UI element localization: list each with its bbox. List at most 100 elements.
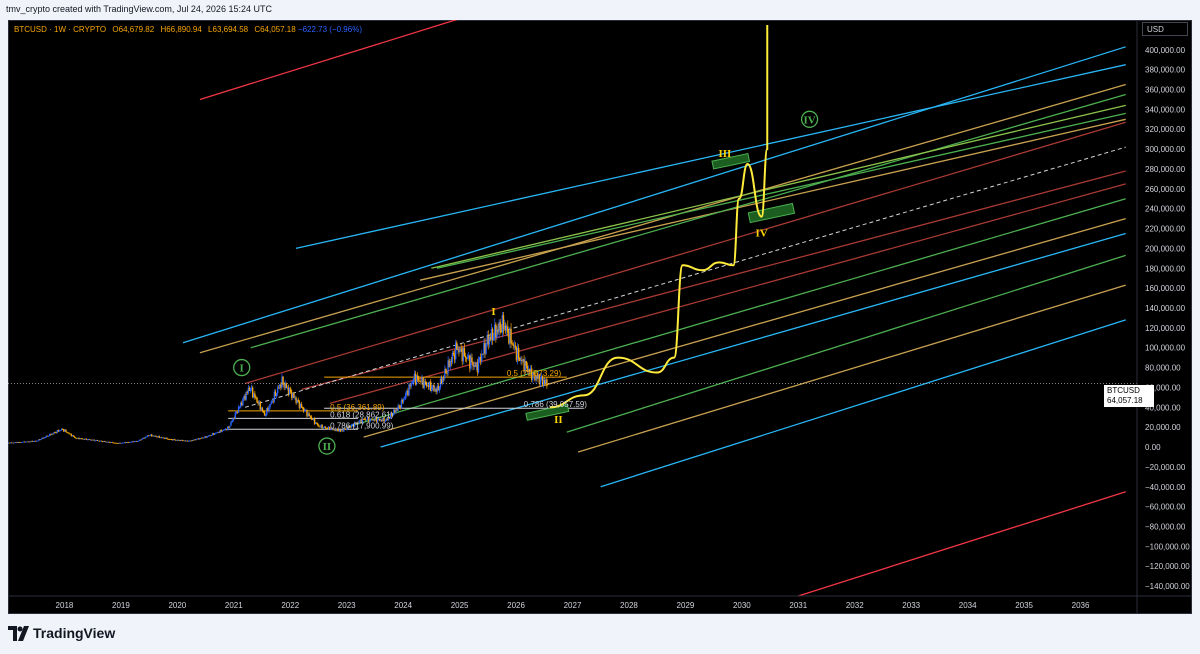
candle-body xyxy=(148,435,151,437)
candle-body xyxy=(254,393,256,398)
y-tick-label: 180,000.00 xyxy=(1145,264,1186,273)
channel-line xyxy=(250,93,1126,349)
candle-body xyxy=(403,398,406,400)
candle-body xyxy=(517,347,520,359)
candle-body xyxy=(261,408,264,411)
candle-body xyxy=(324,426,327,428)
candle-body xyxy=(269,403,271,408)
last-price-symbol: BTCUSD xyxy=(1107,386,1140,395)
candle-body xyxy=(282,376,284,385)
candle-body xyxy=(249,388,252,391)
candle-body xyxy=(485,343,487,354)
x-tick-label: 2032 xyxy=(846,601,864,610)
candle-body xyxy=(466,357,469,359)
y-tick-label: 140,000.00 xyxy=(1145,304,1186,313)
x-tick-label: 2034 xyxy=(959,601,977,610)
candle-body xyxy=(293,393,295,398)
candle-body xyxy=(40,439,42,440)
y-tick-label: 200,000.00 xyxy=(1145,244,1186,253)
projection-path xyxy=(549,24,769,409)
channel-line xyxy=(798,491,1126,596)
candle-body xyxy=(423,381,425,388)
candle-body xyxy=(231,420,233,423)
candle-body xyxy=(210,435,213,437)
tradingview-brand[interactable]: TradingView xyxy=(33,625,115,641)
channel-line xyxy=(577,284,1126,453)
y-tick-label: 80,000.00 xyxy=(1145,364,1181,373)
x-tick-label: 2036 xyxy=(1072,601,1090,610)
channel-line xyxy=(363,217,1126,438)
candle-body xyxy=(510,328,512,344)
x-tick-label: 2033 xyxy=(902,601,920,610)
candle-body xyxy=(482,353,484,355)
candle-body xyxy=(405,392,407,399)
legend-high: H66,890.94 xyxy=(160,25,202,34)
candle-body xyxy=(308,413,310,416)
y-tick-label: 240,000.00 xyxy=(1145,205,1186,214)
candle-body xyxy=(525,361,527,366)
candle-body xyxy=(245,392,247,400)
candle-body xyxy=(317,423,319,426)
candle-body xyxy=(492,336,495,341)
x-tick-label: 2027 xyxy=(564,601,582,610)
candle-body xyxy=(300,404,303,408)
y-tick-label: −140,000.00 xyxy=(1145,582,1190,591)
candle-body xyxy=(270,402,272,404)
chart-canvas[interactable]: 0.5 (36,361.89)0.618 (28,862.61)0.786 (1… xyxy=(0,0,1200,654)
candle-body xyxy=(481,353,483,361)
candle-body xyxy=(207,436,209,437)
wave-label: II xyxy=(554,414,563,426)
channel-line xyxy=(566,254,1126,433)
candle-body xyxy=(411,383,413,385)
candle-body xyxy=(464,356,467,358)
y-tick-label: 320,000.00 xyxy=(1145,125,1186,134)
candle-body xyxy=(6,443,7,444)
candle-body xyxy=(65,429,67,432)
x-tick-label: 2031 xyxy=(789,601,807,610)
y-tick-label: 220,000.00 xyxy=(1145,225,1186,234)
legend-close: C64,057.18 xyxy=(254,25,296,34)
candle-body xyxy=(145,436,148,438)
median-line xyxy=(244,146,1126,408)
wave-label: IV xyxy=(803,114,815,126)
candle-body xyxy=(452,353,455,355)
candle-body xyxy=(477,360,480,373)
candle-body xyxy=(445,369,447,373)
x-tick-label: 2020 xyxy=(168,601,186,610)
fib-level-label: 0.5 (70,373.29) xyxy=(507,369,562,378)
candle-body xyxy=(309,415,311,417)
y-tick-label: 300,000.00 xyxy=(1145,145,1186,154)
channel-line xyxy=(182,46,1126,344)
wave-label: III xyxy=(718,148,731,160)
candle-body xyxy=(72,435,75,437)
candle-body xyxy=(141,438,143,440)
wave-label: II xyxy=(323,441,332,453)
y-tick-label: −120,000.00 xyxy=(1145,562,1190,571)
candle-body xyxy=(93,439,95,441)
candle-body xyxy=(237,406,240,413)
candle-body xyxy=(416,375,419,379)
y-tick-label: −40,000.00 xyxy=(1145,483,1186,492)
candle-body xyxy=(471,357,473,362)
candle-body xyxy=(289,388,292,393)
candle-body xyxy=(268,407,270,412)
x-tick-label: 2026 xyxy=(507,601,525,610)
candle-body xyxy=(460,348,462,350)
candle-body xyxy=(546,379,548,387)
channel-line xyxy=(199,20,458,101)
x-tick-label: 2023 xyxy=(338,601,356,610)
x-tick-label: 2025 xyxy=(451,601,469,610)
x-tick-label: 2024 xyxy=(394,601,412,610)
wave-label: IV xyxy=(755,228,767,240)
currency-button[interactable]: USD xyxy=(1142,22,1188,36)
tradingview-logo-icon[interactable] xyxy=(8,624,30,644)
candle-body xyxy=(37,440,39,442)
x-tick-label: 2030 xyxy=(733,601,751,610)
y-tick-label: 360,000.00 xyxy=(1145,86,1186,95)
candle-body xyxy=(297,400,299,402)
candle-body xyxy=(238,406,241,408)
legend-low: L63,694.58 xyxy=(208,25,249,34)
x-tick-label: 2029 xyxy=(677,601,695,610)
x-tick-label: 2021 xyxy=(225,601,243,610)
candle-body xyxy=(539,379,542,384)
